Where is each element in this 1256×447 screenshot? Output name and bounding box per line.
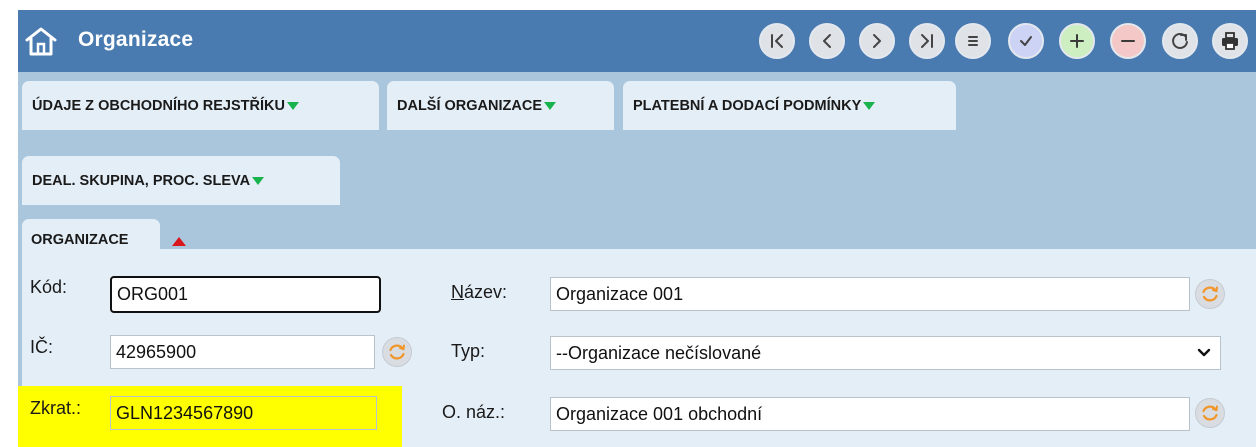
onaz-refresh-button[interactable] (1195, 398, 1225, 428)
list-button[interactable] (955, 23, 991, 59)
add-button[interactable] (1059, 23, 1095, 59)
home-icon[interactable] (24, 25, 58, 57)
tab-label: DALŠÍ ORGANIZACE (397, 97, 542, 114)
panel-title: ORGANIZACE (31, 232, 129, 248)
onaz-input[interactable]: Organizace 001 obchodní (550, 397, 1190, 431)
ic-label: IČ: (30, 337, 54, 357)
refresh-icon (1172, 33, 1188, 49)
zkrat-label: Zkrat.: (30, 398, 82, 418)
next-record-button[interactable] (859, 23, 895, 59)
expand-arrow-icon (863, 101, 876, 110)
onaz-value: Organizace 001 obchodní (556, 403, 763, 424)
ic-input[interactable]: 42965900 (110, 335, 375, 369)
first-record-button[interactable] (759, 23, 795, 59)
print-icon (1222, 32, 1238, 50)
app-window: Organizace ÚDAJE Z OBCHODNÍHO REJSTŘÍKU … (18, 10, 1256, 447)
typ-label: Typ: (451, 341, 486, 361)
expand-arrow-icon (252, 176, 265, 185)
ic-refresh-button[interactable] (382, 337, 412, 367)
kod-value: ORG001 (117, 284, 189, 304)
tab-label: ÚDAJE Z OBCHODNÍHO REJSTŘÍKU (32, 97, 285, 114)
nazev-label: Název: (451, 282, 508, 302)
refresh-icon (389, 344, 405, 360)
expand-arrow-icon (544, 101, 556, 110)
first-icon (771, 34, 783, 48)
plus-icon (1070, 34, 1084, 48)
nazev-input[interactable]: Organizace 001 (550, 277, 1190, 311)
typ-select[interactable]: --Organizace nečíslované (550, 336, 1221, 370)
minus-icon (1121, 40, 1135, 42)
tab-dalsi-organizace[interactable]: DALŠÍ ORGANIZACE (387, 81, 614, 130)
refresh-icon (1202, 286, 1218, 302)
print-button[interactable] (1212, 23, 1248, 59)
title-bar: Organizace (18, 10, 1256, 72)
zkrat-input[interactable]: GLN1234567890 (110, 396, 377, 430)
tab-platebni-podminky[interactable]: PLATEBNÍ A DODACÍ PODMÍNKY (623, 81, 956, 130)
zkrat-value: GLN1234567890 (116, 402, 254, 423)
nazev-value: Organizace 001 (556, 283, 684, 304)
refresh-icon (1202, 405, 1218, 421)
refresh-button[interactable] (1162, 23, 1198, 59)
chevron-down-icon (1197, 348, 1211, 357)
app-title: Organizace (78, 28, 194, 51)
kod-input[interactable]: ORG001 (110, 276, 381, 313)
last-record-button[interactable] (909, 23, 945, 59)
tab-obchodni-rejstrik[interactable]: ÚDAJE Z OBCHODNÍHO REJSTŘÍKU (22, 81, 379, 130)
confirm-button[interactable] (1008, 23, 1044, 59)
chevron-left-icon (823, 34, 831, 48)
nazev-refresh-button[interactable] (1195, 279, 1225, 309)
chevron-right-icon (873, 34, 881, 48)
tab-deal-skupina[interactable]: DEAL. SKUPINA, PROC. SLEVA (22, 156, 340, 205)
onaz-label: O. náz.: (442, 402, 506, 422)
remove-button[interactable] (1110, 23, 1146, 59)
collapse-arrow-icon[interactable] (172, 233, 186, 251)
previous-record-button[interactable] (809, 23, 845, 59)
expand-arrow-icon (286, 101, 299, 110)
typ-value: --Organizace nečíslované (556, 342, 762, 363)
list-icon (968, 36, 978, 46)
check-icon (1020, 36, 1032, 46)
kod-label: Kód: (30, 277, 68, 297)
tab-label: DEAL. SKUPINA, PROC. SLEVA (32, 172, 251, 189)
ic-value: 42965900 (116, 341, 197, 362)
last-icon (921, 34, 933, 48)
tab-label: PLATEBNÍ A DODACÍ PODMÍNKY (633, 97, 862, 114)
